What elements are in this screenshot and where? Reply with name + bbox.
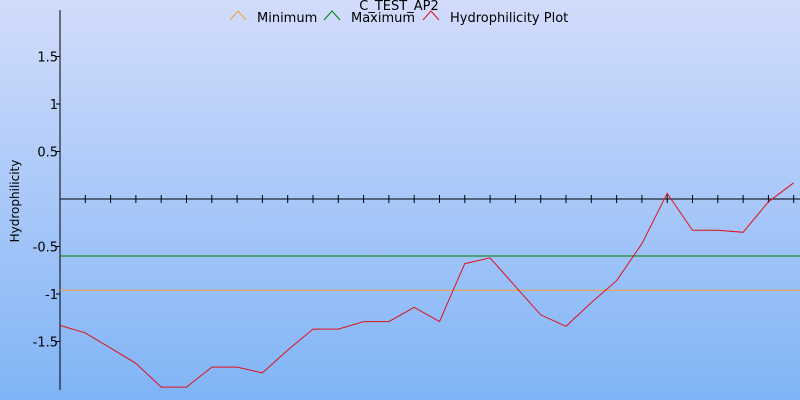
y-tick-label: -1.5 <box>33 336 58 351</box>
y-tick-label: -1 <box>45 288 58 303</box>
chart-background <box>0 0 800 400</box>
y-tick-label: 0.5 <box>37 146 58 161</box>
y-axis-label: Hydrophilicity <box>8 160 22 243</box>
legend-label: Maximum <box>351 11 415 26</box>
y-tick-label: 1 <box>50 98 58 113</box>
hydrophilicity-chart: 1.5 1 0.5 -0.5 -1 -1.5 C_TEST_AP2 Minimum Maxi… <box>0 0 800 400</box>
legend-label: Minimum <box>257 11 317 26</box>
legend-label: Hydrophilicity Plot <box>450 11 568 26</box>
legend: Minimum Maximum Hydrophilicity Plot <box>229 10 568 26</box>
chart-canvas: 1.510.5-0.5-1-1.5 C_TEST_AP2 Minimum Maxi… <box>0 0 800 400</box>
y-tick-label: -0.5 <box>33 241 58 256</box>
y-tick-label: 1.5 <box>37 51 58 66</box>
